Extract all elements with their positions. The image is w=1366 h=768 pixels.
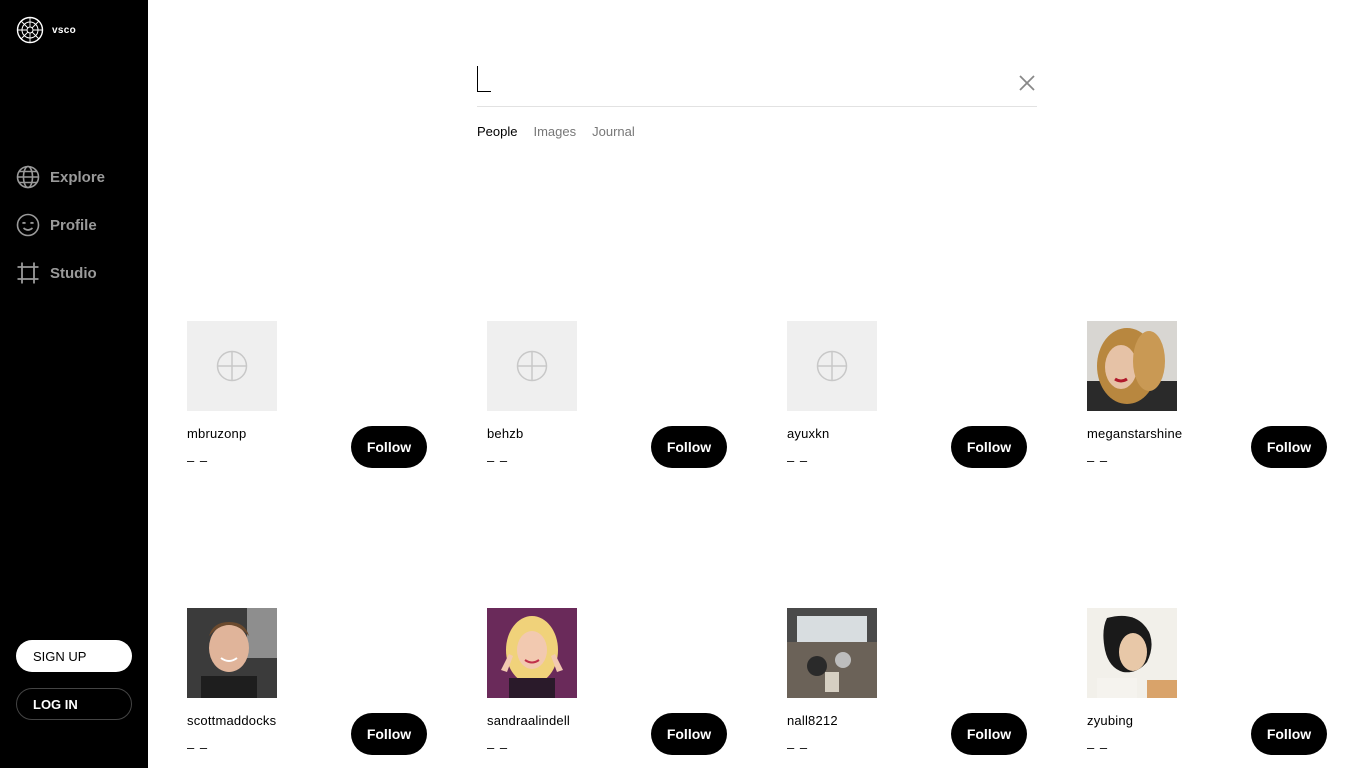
globe-icon bbox=[16, 165, 40, 189]
sidebar: vsco Explore Profile Studio SIGN UP LOG … bbox=[0, 0, 148, 768]
avatar-photo[interactable] bbox=[1087, 608, 1177, 698]
follow-button[interactable]: Follow bbox=[651, 713, 727, 755]
tab-journal[interactable]: Journal bbox=[592, 124, 635, 139]
user-card: sandraalindell – – Follow bbox=[487, 608, 727, 758]
avatar-placeholder[interactable] bbox=[787, 321, 877, 411]
user-subtitle: – – bbox=[787, 453, 809, 468]
follow-button[interactable]: Follow bbox=[651, 426, 727, 468]
username[interactable]: nall8212 bbox=[787, 713, 838, 728]
follow-button[interactable]: Follow bbox=[951, 426, 1027, 468]
sidebar-item-profile[interactable]: Profile bbox=[16, 213, 105, 237]
avatar-photo-image bbox=[1087, 608, 1177, 698]
username[interactable]: scottmaddocks bbox=[187, 713, 276, 728]
user-card: nall8212 – – Follow bbox=[787, 608, 1027, 758]
brand[interactable]: vsco bbox=[16, 16, 76, 44]
avatar-placeholder[interactable] bbox=[487, 321, 577, 411]
search-input[interactable] bbox=[477, 64, 997, 96]
sign-up-button[interactable]: SIGN UP bbox=[16, 640, 132, 672]
avatar-placeholder[interactable] bbox=[187, 321, 277, 411]
user-card: meganstarshine – – Follow bbox=[1087, 321, 1327, 471]
user-card: mbruzonp – – Follow bbox=[187, 321, 427, 471]
close-icon[interactable] bbox=[1019, 75, 1035, 91]
avatar-photo[interactable] bbox=[787, 608, 877, 698]
username[interactable]: behzb bbox=[487, 426, 523, 441]
follow-button[interactable]: Follow bbox=[351, 426, 427, 468]
avatar-photo-image bbox=[187, 608, 277, 698]
search-tabs: People Images Journal bbox=[477, 124, 635, 139]
user-card: zyubing – – Follow bbox=[1087, 608, 1327, 758]
avatar-placeholder-icon bbox=[787, 321, 877, 411]
avatar-photo[interactable] bbox=[187, 608, 277, 698]
avatar-placeholder-icon bbox=[487, 321, 577, 411]
user-card: scottmaddocks – – Follow bbox=[187, 608, 427, 758]
sidebar-nav: Explore Profile Studio bbox=[16, 165, 105, 309]
username[interactable]: meganstarshine bbox=[1087, 426, 1182, 441]
vsco-logo-icon bbox=[16, 16, 44, 44]
user-subtitle: – – bbox=[487, 740, 509, 755]
sidebar-item-label: Profile bbox=[50, 216, 97, 234]
user-card: ayuxkn – – Follow bbox=[787, 321, 1027, 471]
user-subtitle: – – bbox=[187, 740, 209, 755]
avatar-photo-image bbox=[1087, 321, 1177, 411]
user-subtitle: – – bbox=[1087, 740, 1109, 755]
sidebar-item-studio[interactable]: Studio bbox=[16, 261, 105, 285]
smiley-face-icon bbox=[16, 213, 40, 237]
tab-people[interactable]: People bbox=[477, 124, 517, 139]
follow-button[interactable]: Follow bbox=[951, 713, 1027, 755]
log-in-button[interactable]: LOG IN bbox=[16, 688, 132, 720]
avatar-photo-image bbox=[787, 608, 877, 698]
follow-button[interactable]: Follow bbox=[351, 713, 427, 755]
user-subtitle: – – bbox=[487, 453, 509, 468]
username[interactable]: mbruzonp bbox=[187, 426, 246, 441]
crop-frame-icon bbox=[17, 262, 39, 284]
auth-buttons: SIGN UP LOG IN bbox=[16, 640, 132, 720]
user-card: behzb – – Follow bbox=[487, 321, 727, 471]
avatar-photo[interactable] bbox=[1087, 321, 1177, 411]
follow-button[interactable]: Follow bbox=[1251, 713, 1327, 755]
avatar-photo-image bbox=[487, 608, 577, 698]
brand-name: vsco bbox=[52, 24, 76, 36]
avatar-placeholder-icon bbox=[187, 321, 277, 411]
sidebar-item-label: Studio bbox=[50, 264, 97, 282]
username[interactable]: ayuxkn bbox=[787, 426, 829, 441]
sidebar-item-explore[interactable]: Explore bbox=[16, 165, 105, 189]
username[interactable]: zyubing bbox=[1087, 713, 1133, 728]
sidebar-item-label: Explore bbox=[50, 168, 106, 186]
search-bar bbox=[477, 60, 1037, 107]
follow-button[interactable]: Follow bbox=[1251, 426, 1327, 468]
user-subtitle: – – bbox=[1087, 453, 1109, 468]
user-subtitle: – – bbox=[787, 740, 809, 755]
avatar-photo[interactable] bbox=[487, 608, 577, 698]
tab-images[interactable]: Images bbox=[533, 124, 576, 139]
username[interactable]: sandraalindell bbox=[487, 713, 570, 728]
user-subtitle: – – bbox=[187, 453, 209, 468]
